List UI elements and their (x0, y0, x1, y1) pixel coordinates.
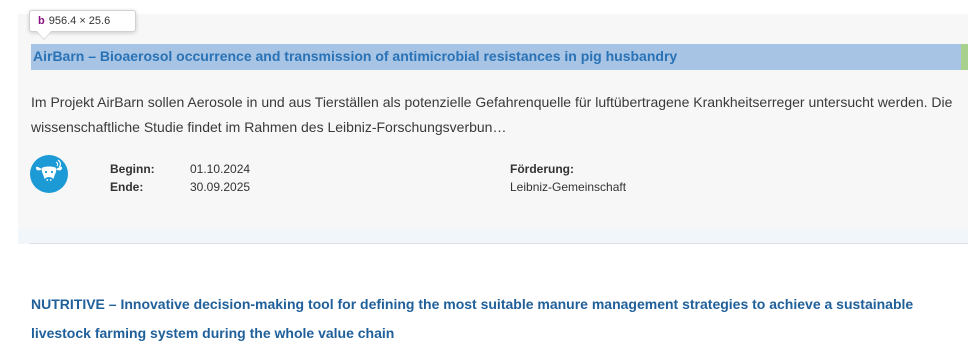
tooltip-arrow (37, 31, 51, 39)
project-title-link[interactable]: AirBarn – Bioaerosol occurrence and tran… (33, 48, 961, 64)
project-description: Im Projekt AirBarn sollen Aerosole in un… (31, 94, 953, 135)
tooltip-dimensions: 956.4 × 25.6 (48, 15, 111, 27)
devtools-inspect-tooltip: b 956.4 × 25.6 (29, 10, 136, 32)
project-title-link[interactable]: NUTRITIVE – Innovative decision-making t… (31, 290, 951, 348)
funding-label: Förderung: (510, 162, 574, 176)
start-label: Beginn: (110, 162, 155, 176)
end-date: 30.09.2025 (190, 180, 251, 194)
divider (30, 243, 968, 244)
element-highlight-edge (961, 44, 968, 70)
end-label: Ende: (110, 180, 144, 194)
start-date: 01.10.2024 (190, 162, 251, 176)
card-footer-band (18, 229, 968, 244)
funding-value: Leibniz-Gemeinschaft (510, 180, 627, 194)
tooltip-tag-name: b (38, 15, 45, 27)
cow-icon (30, 155, 68, 193)
